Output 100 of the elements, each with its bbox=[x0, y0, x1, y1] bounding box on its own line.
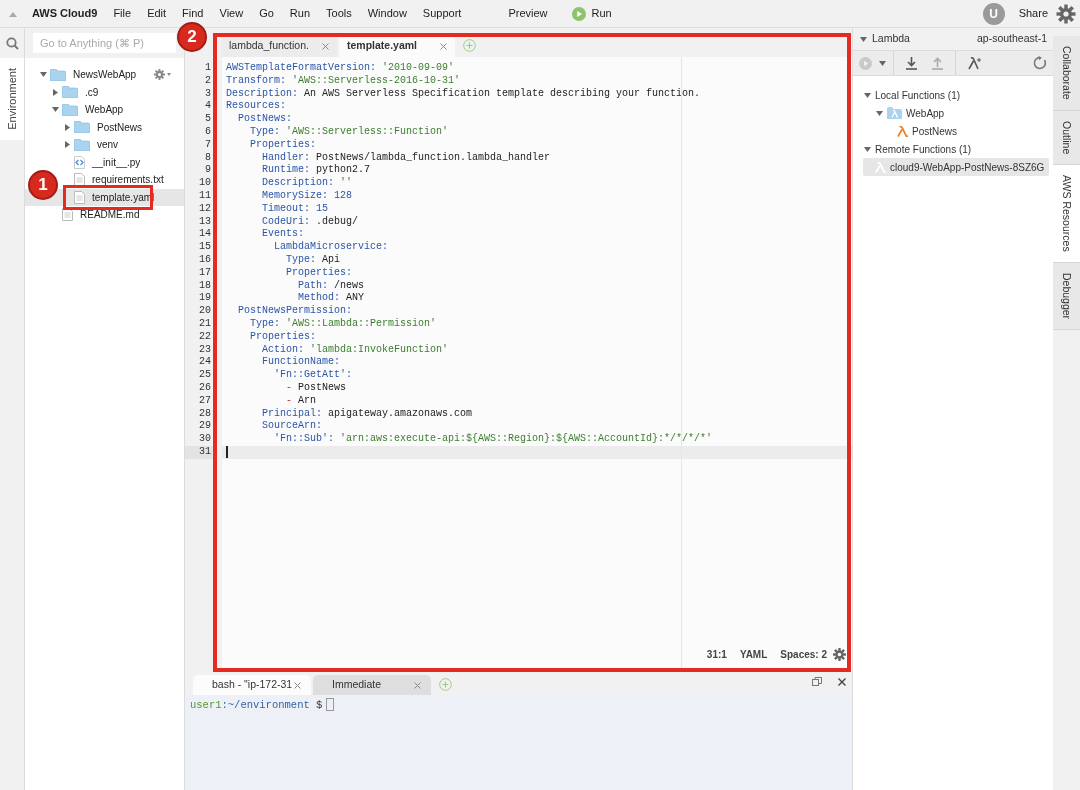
editor-tab[interactable]: template.yaml bbox=[339, 35, 455, 57]
download-icon[interactable] bbox=[906, 56, 917, 70]
function-tree-item[interactable]: Remote Functions (1) bbox=[863, 140, 1049, 158]
terminal-tab[interactable]: Immediate bbox=[313, 675, 431, 695]
code-line: Properties: bbox=[249, 138, 316, 150]
code-line: PostNews: bbox=[237, 113, 292, 125]
function-tree-item[interactable]: Local Functions (1) bbox=[863, 86, 1049, 104]
code-line: Type: 'AWS::Lambda::Permission' bbox=[249, 317, 437, 329]
code-line: MemorySize: 128 bbox=[261, 189, 353, 201]
code-line: Type: 'AWS::Serverless::Function' bbox=[249, 126, 449, 137]
app-name: AWS Cloud9 bbox=[32, 6, 98, 22]
caret-down-icon[interactable] bbox=[39, 70, 48, 80]
function-tree-item[interactable]: WebApp bbox=[863, 104, 1049, 122]
menu-item[interactable]: Edit bbox=[147, 5, 167, 22]
line-number: 15 bbox=[199, 241, 211, 253]
side-tab[interactable]: Debugger bbox=[1053, 262, 1080, 330]
caret-down-icon[interactable] bbox=[878, 58, 887, 68]
tree-filename[interactable]: __init__.py bbox=[91, 154, 142, 170]
folder-icon bbox=[74, 138, 90, 151]
menu-item[interactable]: Find bbox=[182, 5, 204, 22]
terminal-prompt: user1:~/environment $ bbox=[190, 698, 323, 713]
search-icon[interactable] bbox=[5, 36, 19, 50]
terminal-tab[interactable]: bash - "ip-172-31 bbox=[193, 675, 311, 695]
code-line: Runtime: python2.7 bbox=[261, 164, 371, 176]
indent-setting[interactable]: Spaces: 2 bbox=[780, 647, 827, 662]
line-number: 25 bbox=[199, 369, 211, 381]
preview-menu[interactable]: Preview bbox=[508, 5, 548, 22]
settings-icon[interactable] bbox=[833, 648, 846, 661]
tree-filename[interactable]: requirements.txt bbox=[91, 172, 165, 188]
caret-down-icon[interactable] bbox=[863, 144, 872, 154]
line-number: 7 bbox=[205, 138, 211, 150]
folder-icon bbox=[62, 86, 78, 99]
code-line: Action: 'lambda:InvokeFunction' bbox=[261, 343, 449, 355]
line-number: 9 bbox=[205, 164, 211, 176]
folder-icon bbox=[50, 68, 66, 81]
code-line: Description: '' bbox=[261, 177, 353, 189]
line-number: 26 bbox=[199, 381, 211, 393]
code-line: Type: Api bbox=[285, 253, 341, 265]
cursor-position: 31:1 bbox=[706, 648, 727, 662]
line-number: 2 bbox=[205, 74, 211, 86]
code-line: SourceArn: bbox=[261, 420, 322, 432]
side-tab[interactable]: AWS Resources bbox=[1053, 165, 1080, 263]
settings-icon[interactable] bbox=[1056, 3, 1076, 24]
menu-item[interactable]: File bbox=[113, 5, 132, 22]
caret-right-icon[interactable] bbox=[51, 87, 60, 97]
region-selector[interactable]: ap-southeast-1 bbox=[976, 31, 1047, 47]
code-line: Properties: bbox=[285, 266, 353, 278]
line-number: 20 bbox=[199, 305, 211, 317]
code-line: 'Fn::Sub': 'arn:aws:execute-api:${AWS::Region}:${AWS::AccountId}:*/*/*/*' bbox=[273, 433, 713, 445]
tree-filename[interactable]: README.md bbox=[79, 207, 141, 223]
line-number: 18 bbox=[199, 279, 211, 291]
menu-item[interactable]: View bbox=[219, 5, 244, 22]
line-number: 3 bbox=[205, 87, 211, 99]
line-number: 4 bbox=[205, 100, 211, 112]
line-number: 23 bbox=[199, 343, 211, 355]
caret-down-icon[interactable] bbox=[859, 34, 868, 44]
play-icon bbox=[571, 6, 586, 21]
code-line: Description: An AWS Serverless Specification template describing your function. bbox=[226, 87, 701, 99]
side-tab[interactable]: Collaborate bbox=[1053, 36, 1080, 111]
code-line: Path: /news bbox=[297, 279, 365, 291]
share-button[interactable]: Share bbox=[1018, 5, 1048, 22]
language-mode[interactable]: YAML bbox=[739, 647, 768, 662]
settings-icon[interactable] bbox=[154, 69, 172, 81]
line-number: 11 bbox=[199, 189, 211, 201]
side-tab[interactable]: Outline bbox=[1053, 110, 1080, 165]
menu-item[interactable]: Support bbox=[422, 5, 462, 22]
restore-icon[interactable] bbox=[812, 677, 822, 686]
line-number: 28 bbox=[199, 407, 211, 419]
run-button[interactable]: Run bbox=[571, 5, 612, 22]
environment-tab[interactable]: Environment bbox=[0, 58, 24, 140]
code-line: - Arn bbox=[285, 394, 317, 406]
code-line: Principal: apigateway.amazonaws.com bbox=[261, 407, 473, 419]
refresh-icon[interactable] bbox=[1033, 56, 1047, 70]
menu-item[interactable]: Go bbox=[259, 5, 274, 22]
line-number: 14 bbox=[199, 228, 211, 240]
line-number: 5 bbox=[205, 113, 211, 125]
caret-down-icon[interactable] bbox=[51, 105, 60, 115]
folder-name[interactable]: PostNews bbox=[96, 119, 143, 135]
folder-name[interactable]: WebApp bbox=[84, 102, 125, 118]
menu-item[interactable]: Tools bbox=[326, 5, 352, 22]
function-tree-item[interactable]: cloud9-WebApp-PostNews-8SZ6G bbox=[863, 158, 1049, 176]
folder-name[interactable]: .c9 bbox=[84, 84, 100, 100]
code-line: LambdaMicroservice: bbox=[273, 241, 389, 253]
line-number: 29 bbox=[199, 420, 211, 432]
function-tree-item[interactable]: PostNews bbox=[863, 122, 1049, 140]
close-icon[interactable] bbox=[838, 678, 846, 686]
folder-name[interactable]: NewsWebApp bbox=[72, 67, 138, 83]
search-field[interactable]: Go to Anything (⌘ P) bbox=[33, 33, 176, 53]
menu-item[interactable]: Window bbox=[367, 5, 407, 22]
editor-tab[interactable]: lambda_function. bbox=[221, 35, 337, 57]
terminal-cursor bbox=[326, 698, 335, 711]
lambda-icon bbox=[897, 125, 908, 137]
line-number: 22 bbox=[199, 330, 211, 342]
menu-item[interactable]: Run bbox=[289, 5, 311, 22]
line-number: 12 bbox=[199, 202, 211, 214]
lambda-add-icon[interactable] bbox=[968, 56, 982, 70]
code-line: Resources: bbox=[226, 100, 286, 112]
code-line: PostNewsPermission: bbox=[237, 305, 353, 317]
line-number: 30 bbox=[199, 433, 211, 445]
folder-name[interactable]: venv bbox=[96, 137, 120, 153]
